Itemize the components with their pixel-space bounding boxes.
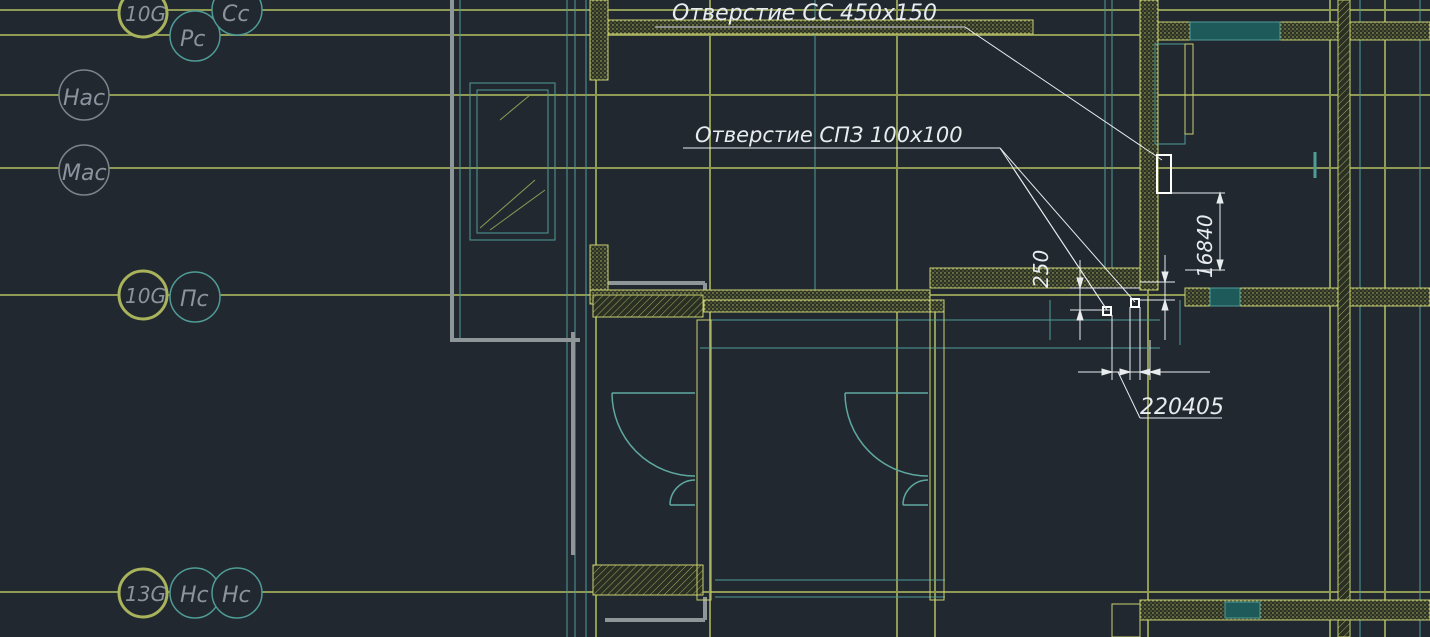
- axis-label-row5-a: 13G: [125, 582, 166, 606]
- axis-label-row2: Нас: [63, 86, 105, 111]
- cad-drawing-canvas[interactable]: Отверстие СС 450х150 Отверстие СПЗ 100х1…: [0, 0, 1430, 637]
- axis-label-row5-b: Нс: [180, 583, 209, 608]
- axis-label-row4-a: 10G: [125, 284, 166, 308]
- dimension-250: 250: [1029, 250, 1053, 288]
- opening-cc-marker[interactable]: [1156, 154, 1172, 194]
- axis-label-row4-b: Пс: [180, 287, 209, 312]
- openings: [1102, 154, 1172, 316]
- opening-cc-label: Отверстие СС 450х150: [672, 1, 937, 26]
- dimension-220405: 220405: [1140, 395, 1224, 420]
- opening-spz-marker-1[interactable]: [1102, 306, 1112, 316]
- opening-spz-label: Отверстие СПЗ 100х100: [695, 123, 963, 147]
- floor-plan-drawing: Отверстие СС 450х150 Отверстие СПЗ 100х1…: [0, 0, 1430, 637]
- doors: [611, 392, 929, 506]
- opening-spz-marker-2[interactable]: [1130, 298, 1140, 308]
- leader-lines: [655, 26, 1222, 419]
- axis-label-row3: Мас: [62, 161, 107, 186]
- axis-label-row1-a: 10G: [125, 2, 166, 26]
- window-frame: [469, 82, 556, 241]
- axis-label-row5-c: Нс: [222, 583, 251, 608]
- axis-label-row1-c: Сс: [222, 2, 249, 27]
- dimension-16840: 16840: [1193, 214, 1217, 278]
- grid-lines: [0, 0, 1430, 637]
- axis-label-row1-b: Рс: [180, 27, 205, 52]
